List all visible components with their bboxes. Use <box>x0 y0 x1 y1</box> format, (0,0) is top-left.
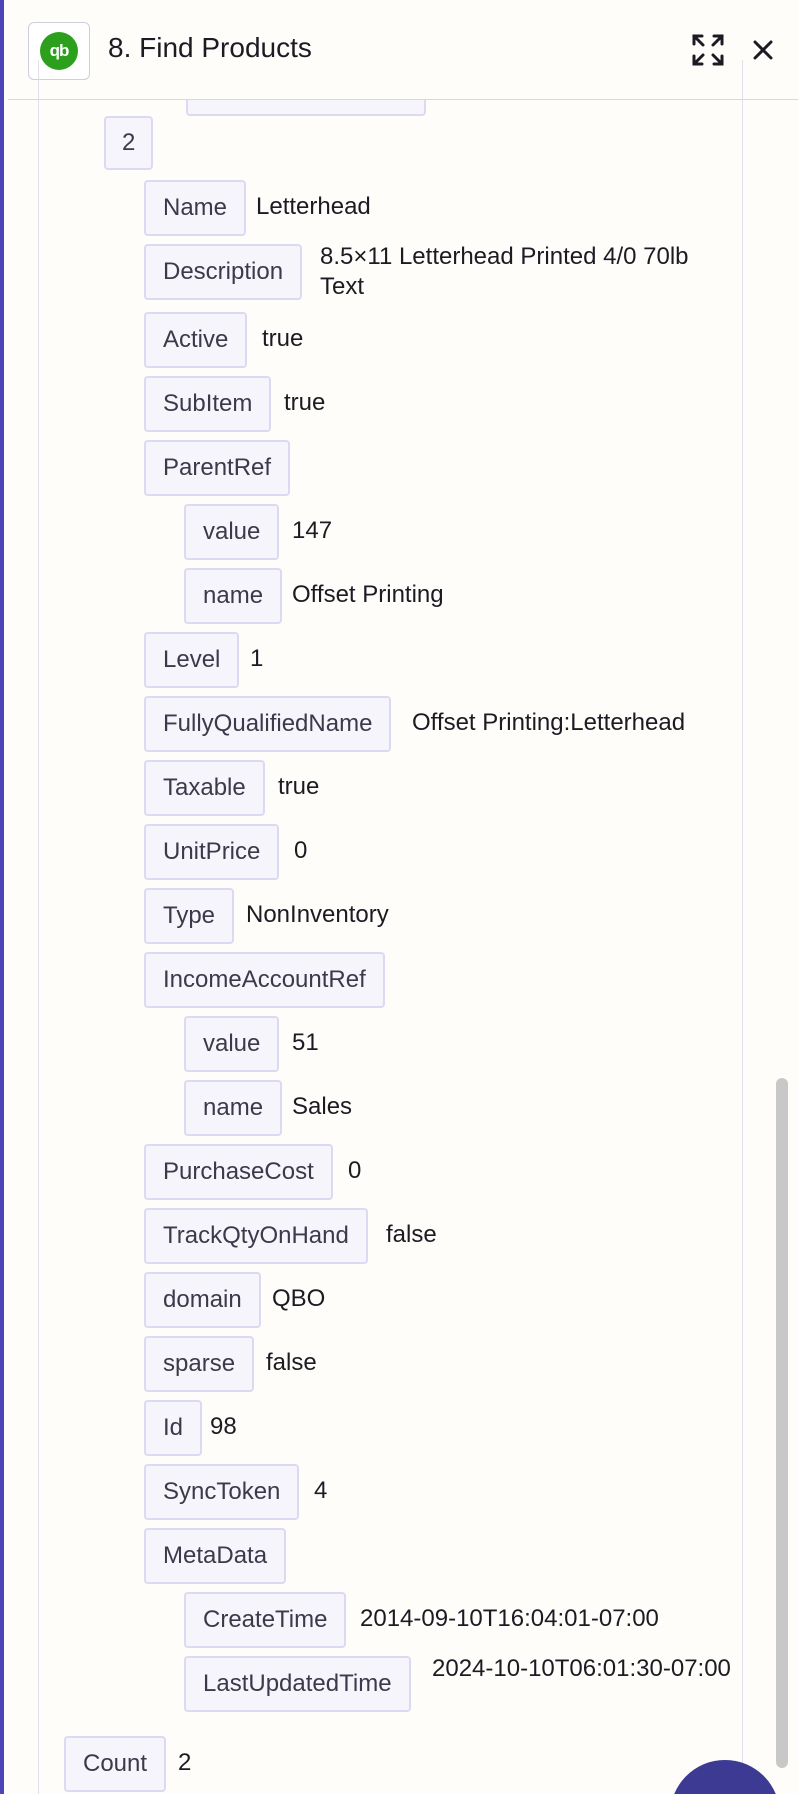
field-key[interactable]: Level <box>144 632 240 688</box>
field-key-label: sparse <box>163 1350 236 1377</box>
field-key-label: CreateTime <box>203 1606 328 1633</box>
item-index: 2 <box>122 129 136 156</box>
field-key-label: value <box>203 518 261 545</box>
field-key-label: SubItem <box>163 390 253 417</box>
field-value: true <box>262 325 304 352</box>
scrollbar[interactable] <box>776 1078 788 1768</box>
field-key-label: Id <box>163 1414 184 1441</box>
field-key-label: domain <box>163 1286 242 1313</box>
field-key-label: name <box>203 1094 264 1121</box>
field-key[interactable]: SubItem <box>144 376 272 432</box>
field-key[interactable]: value <box>184 504 280 560</box>
field-value: Offset Printing:Letterhead <box>412 709 686 736</box>
field-key[interactable]: Id <box>144 1400 203 1456</box>
field-key-label: MetaData <box>163 1542 268 1569</box>
close-button[interactable] <box>743 30 783 70</box>
field-key-label: IncomeAccountRef <box>163 966 366 993</box>
field-key-label: UnitPrice <box>163 838 261 865</box>
output-tree: 2 Name Letterhead Description 8.5×11 Let… <box>8 60 798 1794</box>
field-key[interactable]: Name <box>144 180 247 236</box>
field-key-label: Type <box>163 902 216 929</box>
field-key[interactable]: LastUpdatedTime <box>184 1656 411 1712</box>
field-key[interactable]: CreateTime <box>184 1592 347 1648</box>
field-key[interactable]: TrackQtyOnHand <box>144 1208 368 1264</box>
count-key-label: Count <box>83 1750 148 1777</box>
field-key[interactable]: name <box>184 1080 283 1136</box>
field-key[interactable]: name <box>184 568 283 624</box>
field-value: 98 <box>210 1413 237 1440</box>
field-key-label: Level <box>163 646 221 673</box>
previous-field-chip <box>186 100 426 116</box>
field-value: 8.5×11 Letterhead Printed 4/0 70lb Text <box>320 243 689 300</box>
field-value: false <box>386 1221 437 1248</box>
field-key-label: FullyQualifiedName <box>163 710 373 737</box>
field-key-label: SyncToken <box>163 1478 281 1505</box>
field-value: 2024-10-10T06:01:30-07:00 <box>432 1655 731 1682</box>
count-value: 2 <box>178 1749 192 1776</box>
field-value: true <box>284 389 326 416</box>
field-key[interactable]: Type <box>144 888 235 944</box>
field-key-label: TrackQtyOnHand <box>163 1222 349 1249</box>
field-value: 2014-09-10T16:04:01-07:00 <box>360 1605 659 1632</box>
field-key-label: ParentRef <box>163 454 272 481</box>
field-key-label: Taxable <box>163 774 246 801</box>
field-key[interactable]: Description <box>144 244 303 300</box>
field-value: 147 <box>292 517 333 544</box>
field-value: NonInventory <box>246 901 389 928</box>
field-key[interactable]: SyncToken <box>144 1464 300 1520</box>
field-key-label: LastUpdatedTime <box>203 1670 392 1697</box>
field-key-label: Name <box>163 194 228 221</box>
field-value: 4 <box>314 1477 328 1504</box>
step-panel: qb 8. Find Products 2 Name Letterhead De… <box>0 0 798 1794</box>
field-value: Sales <box>292 1093 353 1120</box>
field-key[interactable]: value <box>184 1016 280 1072</box>
field-key-label: PurchaseCost <box>163 1158 314 1185</box>
field-value: Letterhead <box>256 193 371 220</box>
field-value: 0 <box>294 837 308 864</box>
field-value: false <box>266 1349 317 1376</box>
field-key[interactable]: Active <box>144 312 248 368</box>
item-index-chip[interactable]: 2 <box>104 116 154 170</box>
field-key[interactable]: ParentRef <box>144 440 291 496</box>
field-key[interactable]: Taxable <box>144 760 265 816</box>
field-value: 1 <box>250 645 264 672</box>
field-key[interactable]: PurchaseCost <box>144 1144 333 1200</box>
close-icon <box>753 40 773 60</box>
field-value: 0 <box>348 1157 362 1184</box>
field-key[interactable]: domain <box>144 1272 261 1328</box>
field-key[interactable]: sparse <box>144 1336 255 1392</box>
field-value: 51 <box>292 1029 319 1056</box>
field-key[interactable]: FullyQualifiedName <box>144 696 392 752</box>
count-key[interactable]: Count <box>64 1736 167 1792</box>
field-value: QBO <box>272 1285 326 1312</box>
field-key-label: name <box>203 582 264 609</box>
field-key[interactable]: UnitPrice <box>144 824 280 880</box>
field-key-label: value <box>203 1030 261 1057</box>
field-value: true <box>278 773 320 800</box>
field-key-label: Description <box>163 258 284 285</box>
field-key[interactable]: IncomeAccountRef <box>144 952 385 1008</box>
field-key-label: Active <box>163 326 229 353</box>
field-value: Offset Printing <box>292 581 444 608</box>
field-key[interactable]: MetaData <box>144 1528 287 1584</box>
